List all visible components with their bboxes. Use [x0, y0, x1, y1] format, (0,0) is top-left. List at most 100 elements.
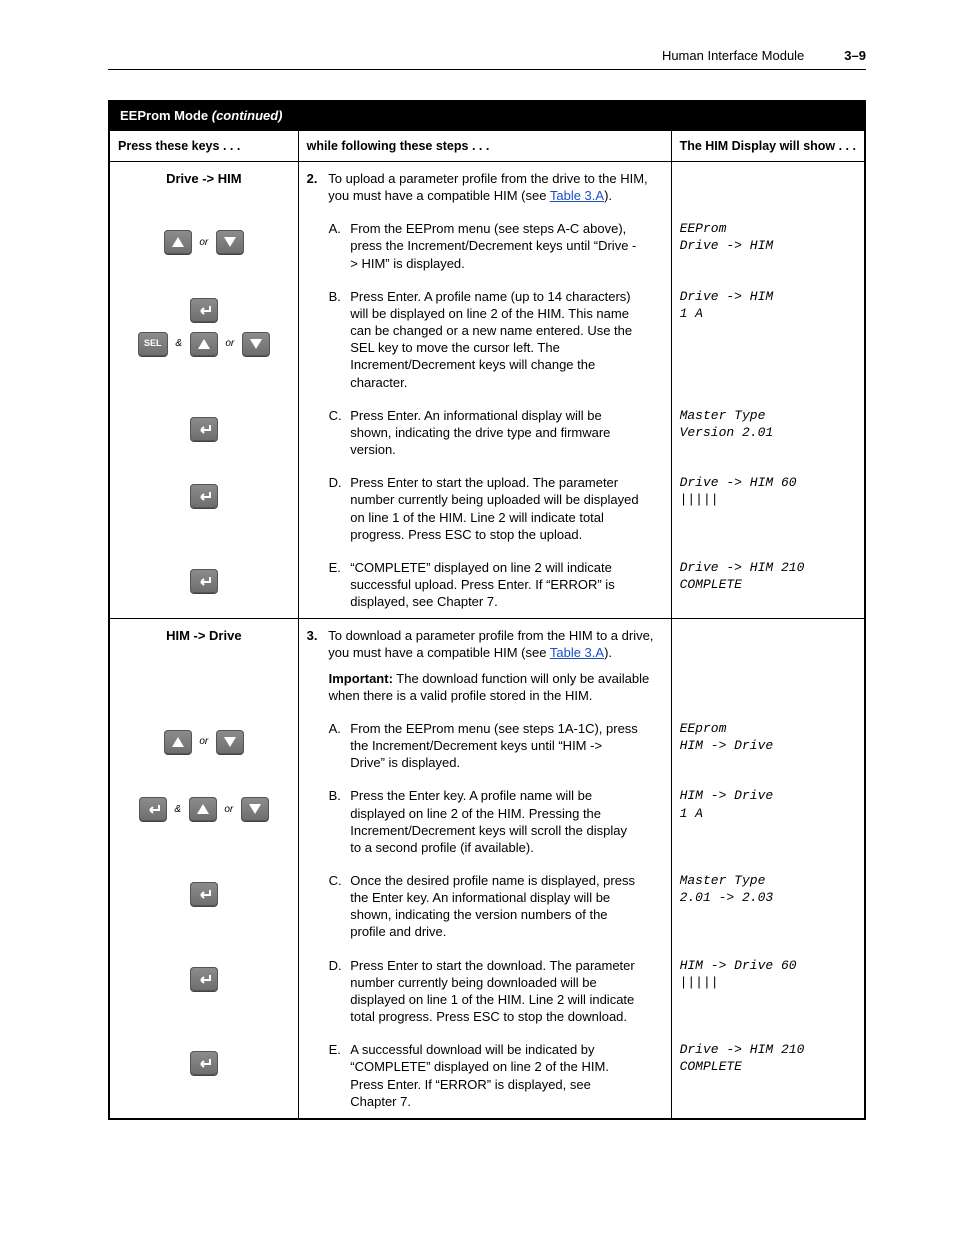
sub-letter: E. — [329, 559, 347, 576]
sub-letter: A. — [329, 720, 347, 737]
conj-or: or — [225, 338, 234, 349]
conj-and: & — [175, 338, 182, 349]
up-key-icon — [190, 332, 218, 356]
step-text: To upload a parameter profile from the d… — [328, 170, 662, 204]
enter-key-icon — [190, 484, 218, 508]
sub-text: A successful download will be indicated … — [350, 1041, 640, 1110]
link-table-3a[interactable]: Table 3.A — [550, 645, 604, 660]
sub-text: Press Enter. A profile name (up to 14 ch… — [350, 288, 640, 391]
sub-text: “COMPLETE” displayed on line 2 will indi… — [350, 559, 640, 610]
step-text: To download a parameter profile from the… — [328, 627, 662, 661]
procedure-table: Press these keys . . . while following t… — [108, 129, 866, 1120]
him-display: Drive -> HIM 210 COMPLETE — [671, 1033, 865, 1119]
page-number: 3–9 — [844, 48, 866, 63]
table-row: & or B. Press the Enter key. A profile n… — [109, 779, 865, 864]
table-row: E. “COMPLETE” displayed on line 2 will i… — [109, 551, 865, 619]
enter-key-icon — [190, 417, 218, 441]
section-band: EEProm Mode (continued) — [108, 100, 866, 129]
sub-text: Press Enter. An informational display wi… — [350, 407, 640, 458]
sub-text: Press the Enter key. A profile name will… — [350, 787, 640, 856]
sub-letter: A. — [329, 220, 347, 237]
key-row — [118, 417, 290, 441]
him-display: Drive -> HIM 60 ||||| — [671, 466, 865, 551]
step-number: 3. — [307, 627, 325, 644]
down-key-icon — [242, 332, 270, 356]
enter-key-icon — [190, 967, 218, 991]
enter-key-icon — [139, 797, 167, 821]
him-display: Master Type Version 2.01 — [671, 399, 865, 466]
enter-key-icon — [190, 882, 218, 906]
up-key-icon — [189, 797, 217, 821]
him-display: HIM -> Drive 1 A — [671, 779, 865, 864]
sub-letter: C. — [329, 407, 347, 424]
table-header-row: Press these keys . . . while following t… — [109, 130, 865, 162]
running-header: Human Interface Module 3–9 — [108, 48, 866, 63]
sub-text: From the EEProm menu (see steps A-C abov… — [350, 220, 640, 271]
sub-text: Once the desired profile name is display… — [350, 872, 640, 941]
page: Human Interface Module 3–9 EEProm Mode (… — [0, 0, 954, 1235]
table-row: or A. From the EEProm menu (see steps 1A… — [109, 712, 865, 779]
him-display: HIM -> Drive 60 ||||| — [671, 949, 865, 1034]
sub-letter: C. — [329, 872, 347, 889]
key-row — [118, 882, 290, 906]
table-row: C. Press Enter. An informational display… — [109, 399, 865, 466]
up-key-icon — [164, 230, 192, 254]
sub-letter: E. — [329, 1041, 347, 1058]
him-display: Drive -> HIM 210 COMPLETE — [671, 551, 865, 619]
conj-or: or — [224, 804, 233, 815]
sel-key-icon: SEL — [138, 332, 168, 356]
sub-letter: D. — [329, 957, 347, 974]
sub-letter: D. — [329, 474, 347, 491]
conj-or: or — [199, 736, 208, 747]
sub-letter: B. — [329, 787, 347, 804]
enter-key-icon — [190, 1051, 218, 1075]
key-row — [118, 967, 290, 991]
doc-section-title: Human Interface Module — [662, 48, 804, 63]
sub-letter: B. — [329, 288, 347, 305]
table-row: D. Press Enter to start the upload. The … — [109, 466, 865, 551]
table-row: or A. From the EEProm menu (see steps A-… — [109, 212, 865, 279]
him-display: EEprom HIM -> Drive — [671, 712, 865, 779]
step-number: 2. — [307, 170, 325, 187]
table-row: D. Press Enter to start the download. Th… — [109, 949, 865, 1034]
link-table-3a[interactable]: Table 3.A — [550, 188, 604, 203]
keys-title-drive-him: Drive -> HIM — [118, 170, 290, 187]
table-row: Drive -> HIM 2. To upload a parameter pr… — [109, 162, 865, 213]
key-row — [118, 1051, 290, 1075]
sub-text: Press Enter to start the download. The p… — [350, 957, 640, 1026]
enter-key-icon — [190, 569, 218, 593]
key-row — [118, 484, 290, 508]
key-row: or — [118, 730, 290, 754]
key-row — [118, 569, 290, 593]
table-row: HIM -> Drive 3. To download a parameter … — [109, 619, 865, 712]
sub-text: Press Enter to start the upload. The par… — [350, 474, 640, 543]
him-display: Master Type 2.01 -> 2.03 — [671, 864, 865, 949]
up-key-icon — [164, 730, 192, 754]
keys-title-him-drive: HIM -> Drive — [118, 627, 290, 644]
key-row: or — [118, 230, 290, 254]
table-row: SEL & or B. Press Enter. A profile name … — [109, 280, 865, 399]
down-key-icon — [216, 730, 244, 754]
down-key-icon — [216, 230, 244, 254]
step-text-part: ). — [604, 188, 612, 203]
conj-and: & — [174, 804, 181, 815]
key-row: SEL & or — [118, 332, 290, 356]
him-display: Drive -> HIM 1 A — [671, 280, 865, 399]
sub-text: From the EEProm menu (see steps 1A-1C), … — [350, 720, 640, 771]
key-row: & or — [118, 797, 290, 821]
band-continued: (continued) — [212, 108, 283, 123]
table-row: C. Once the desired profile name is disp… — [109, 864, 865, 949]
header-rule — [108, 69, 866, 70]
enter-key-icon — [190, 298, 218, 322]
table-row: E. A successful download will be indicat… — [109, 1033, 865, 1119]
col-header-display: The HIM Display will show . . . — [671, 130, 865, 162]
conj-or: or — [199, 237, 208, 248]
important-label: Important: — [329, 671, 393, 686]
down-key-icon — [241, 797, 269, 821]
key-row — [118, 298, 290, 322]
important-note: Important: The download function will on… — [307, 670, 663, 704]
step-text-part: ). — [604, 645, 612, 660]
col-header-steps: while following these steps . . . — [298, 130, 671, 162]
him-display: EEProm Drive -> HIM — [671, 212, 865, 279]
col-header-keys: Press these keys . . . — [109, 130, 298, 162]
